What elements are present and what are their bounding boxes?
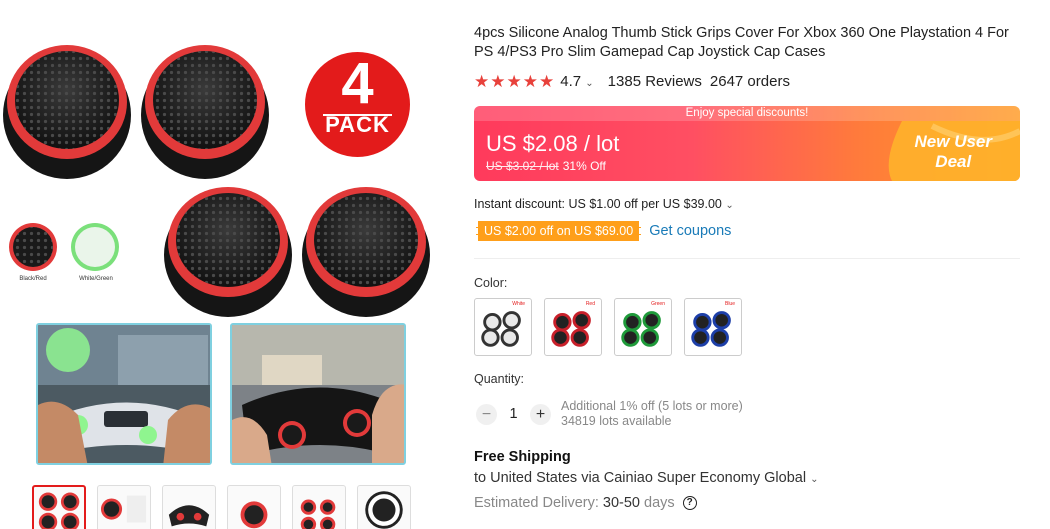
lifestyle-photo-controller[interactable] xyxy=(230,323,406,465)
get-coupons-link[interactable]: Get coupons xyxy=(649,223,731,239)
quantity-stepper: − 1 + Additional 1% off (5 lots or more)… xyxy=(476,399,743,429)
badge-word: PACK xyxy=(325,112,390,137)
original-price-row: US $3.02 / lot 31% Off xyxy=(486,159,606,173)
rating-dropdown[interactable]: 4.7 ⌄ xyxy=(560,73,593,90)
thumbnail[interactable] xyxy=(162,485,216,529)
color-label: Color: xyxy=(474,276,508,290)
quantity-value[interactable]: 1 xyxy=(497,406,530,422)
stock-available: 34819 lots available xyxy=(561,414,672,428)
star-icon: ★ xyxy=(539,72,555,91)
shipping-method-text: to United States via Cainiao Super Econo… xyxy=(474,470,807,486)
discount-banner: Enjoy special discounts! xyxy=(474,106,1020,121)
help-icon[interactable]: ? xyxy=(682,496,697,510)
color-option-white[interactable]: White xyxy=(474,298,532,356)
thumbnail[interactable] xyxy=(97,485,151,529)
thumbnail[interactable] xyxy=(227,485,281,529)
four-pack-badge: 4 PACK xyxy=(305,52,410,157)
quantity-increase-button[interactable]: + xyxy=(530,403,551,425)
discount-percent: 31% Off xyxy=(562,159,606,173)
swatch-name: Blue xyxy=(724,301,735,307)
color-sample-label: White/Green xyxy=(79,276,113,282)
rating-value: 4.7 xyxy=(560,73,582,90)
color-option-green[interactable]: Green xyxy=(614,298,672,356)
swatch-name: Green xyxy=(651,301,665,307)
chevron-down-icon: ⌄ xyxy=(725,200,734,211)
orders-count: 2647 orders xyxy=(709,73,790,90)
shipping-title: Free Shipping xyxy=(474,449,571,465)
thumbnail[interactable] xyxy=(292,485,346,529)
color-sample-label: Black/Red xyxy=(19,276,47,282)
price-box: Enjoy special discounts! US $2.08 / lot … xyxy=(474,106,1020,181)
badge-number: 4 xyxy=(341,51,374,116)
color-option-blue[interactable]: Blue xyxy=(684,298,742,356)
star-icon: ★ xyxy=(522,72,538,91)
new-user-deal-label[interactable]: New User Deal xyxy=(915,132,992,172)
color-swatches: White Red Green Blue xyxy=(474,298,742,356)
instant-discount[interactable]: Instant discount: US $1.00 off per US $3… xyxy=(474,197,734,211)
thumbnail[interactable] xyxy=(32,485,86,529)
badge-divider xyxy=(323,114,392,116)
reviews-link[interactable]: 1385 Reviews xyxy=(608,73,702,90)
image-gallery: 4 PACK Black/Red White/Green xyxy=(0,0,455,529)
coupon-row: US $2.00 off on US $69.00 Get coupons xyxy=(476,221,731,241)
bulk-discount-note: Additional 1% off (5 lots or more) xyxy=(561,399,743,413)
eta-value: 30-50 xyxy=(602,495,640,511)
rating-stars: ★ ★ ★ ★ ★ xyxy=(474,73,554,90)
chevron-down-icon: ⌄ xyxy=(810,474,819,485)
product-title: 4pcs Silicone Analog Thumb Stick Grips C… xyxy=(474,25,1009,60)
color-option-red[interactable]: Red xyxy=(544,298,602,356)
thumbnail[interactable] xyxy=(357,485,411,529)
quantity-label: Quantity: xyxy=(474,372,525,386)
swatch-name: Red xyxy=(585,301,595,307)
lifestyle-photo-glow[interactable] xyxy=(36,323,212,465)
shipping-method[interactable]: to United States via Cainiao Super Econo… xyxy=(474,470,819,486)
quantity-decrease-button[interactable]: − xyxy=(476,403,497,425)
quantity-note: Additional 1% off (5 lots or more) 34819… xyxy=(561,399,743,429)
thumbnail-strip xyxy=(32,485,411,529)
deal-line-1: New User xyxy=(914,132,992,151)
eta-unit: days xyxy=(644,495,675,511)
instant-discount-text: Instant discount: US $1.00 off per US $3… xyxy=(474,197,722,211)
chevron-down-icon: ⌄ xyxy=(585,78,594,89)
original-price: US $3.02 / lot xyxy=(486,159,559,173)
rating-row: ★ ★ ★ ★ ★ 4.7 ⌄ 1385 Reviews 2647 orders xyxy=(474,73,790,90)
eta-label: Estimated Delivery: xyxy=(474,495,599,511)
star-icon: ★ xyxy=(474,72,490,91)
swatch-name: White xyxy=(512,301,525,307)
current-price: US $2.08 / lot xyxy=(486,131,620,156)
estimated-delivery: Estimated Delivery: 30-50 days ? xyxy=(474,495,697,511)
divider xyxy=(474,258,1020,259)
star-icon: ★ xyxy=(490,72,506,91)
coupon-tag[interactable]: US $2.00 off on US $69.00 xyxy=(476,221,642,241)
deal-line-2: Deal xyxy=(935,152,972,171)
star-icon: ★ xyxy=(506,72,522,91)
